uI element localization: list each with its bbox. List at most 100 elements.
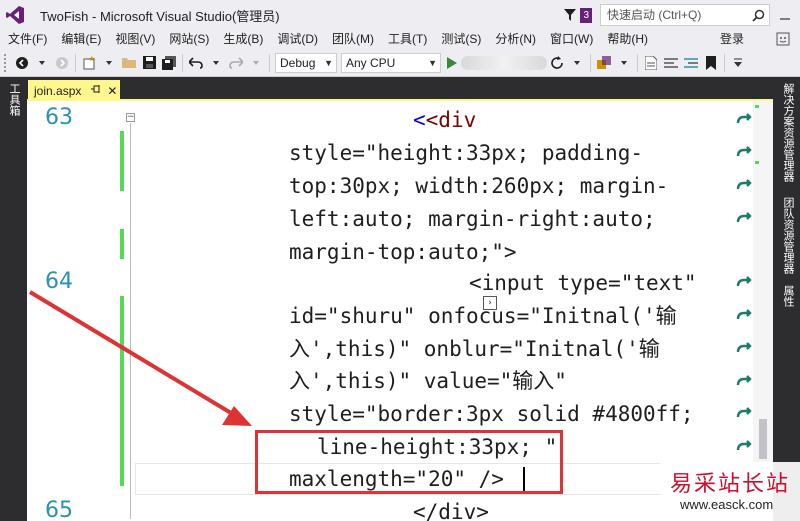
save-all-icon[interactable] <box>159 53 179 73</box>
code-line: margin-top:auto;"> <box>289 240 517 264</box>
solution-configuration-value: Debug <box>280 55 316 70</box>
menu-help[interactable]: 帮助(H) <box>600 30 655 49</box>
notification-badge[interactable]: 3 <box>580 7 592 23</box>
close-icon[interactable]: ✕ <box>107 84 117 98</box>
scrollbar-thumb[interactable] <box>759 419 767 459</box>
dropdown-arrow-icon[interactable] <box>32 53 52 73</box>
toolbar-separator <box>269 53 270 72</box>
word-wrap-icon <box>736 342 752 358</box>
toolbar-grip[interactable] <box>4 53 8 72</box>
bookmark-icon[interactable] <box>701 53 721 73</box>
dropdown-arrow-icon[interactable] <box>614 53 634 73</box>
login-link[interactable]: 登录 <box>720 30 744 49</box>
dropdown-arrow-icon[interactable] <box>206 53 226 73</box>
browser-link-icon[interactable] <box>594 53 614 73</box>
visual-studio-logo-icon <box>0 0 30 30</box>
line-number: 64 <box>45 269 73 294</box>
watermark-text: 易采站长站 <box>670 472 791 497</box>
line-number: 63 <box>45 105 73 130</box>
document-tab-row: join.aspx ✕ <box>27 77 773 101</box>
chevron-down-icon: ▼ <box>428 57 437 68</box>
code-line: style="height:33px; padding- <box>289 141 644 165</box>
properties-tab[interactable]: 属性 <box>780 285 796 307</box>
solution-platform-value: Any CPU <box>346 55 396 70</box>
collapse-toggle-icon[interactable]: − <box>126 113 135 122</box>
toolbar-separator <box>590 53 591 72</box>
solution-explorer-tab[interactable]: 解决方案资源管理器 <box>780 83 796 182</box>
menu-team[interactable]: 团队(M) <box>325 30 381 49</box>
menu-edit[interactable]: 编辑(E) <box>54 30 108 49</box>
watermark: 易采站长站 www.easck.com <box>660 462 800 521</box>
toolbar-overflow-icon[interactable] <box>728 53 748 73</box>
code-line: </div> <box>413 500 489 521</box>
scroll-change-marker <box>755 105 759 108</box>
right-tool-strip: 解决方案资源管理器 团队资源管理器 属性 <box>773 77 800 521</box>
menu-website[interactable]: 网站(S) <box>162 30 216 49</box>
save-icon[interactable] <box>139 53 159 73</box>
uncomment-lines-icon[interactable] <box>681 53 701 73</box>
navigate-back-icon[interactable] <box>12 53 32 73</box>
toolbar-separator <box>637 53 638 72</box>
change-indicator <box>120 229 124 259</box>
feedback-icon[interactable] <box>776 32 790 49</box>
word-wrap-icon <box>736 146 752 162</box>
undo-icon[interactable] <box>186 53 206 73</box>
menu-file[interactable]: 文件(F) <box>0 30 54 49</box>
code-line: <<div <box>413 108 477 132</box>
menu-test[interactable]: 测试(S) <box>434 30 488 49</box>
left-tool-strip: 工具箱 <box>0 77 27 521</box>
toolbar-separator <box>75 53 76 72</box>
search-icon <box>752 8 765 28</box>
code-line: left:auto; margin-right:auto; <box>289 207 656 231</box>
quick-launch-input[interactable]: 快速启动 (Ctrl+Q) <box>600 4 770 26</box>
menu-view[interactable]: 视图(V) <box>108 30 162 49</box>
pin-icon[interactable] <box>91 85 101 96</box>
word-wrap-icon <box>736 276 752 292</box>
code-line: 入',this)" value="输入" <box>289 369 567 393</box>
watermark-url: www.easck.com <box>680 497 774 512</box>
dropdown-arrow-icon[interactable] <box>99 53 119 73</box>
menu-debug[interactable]: 调试(D) <box>270 30 325 49</box>
solution-configuration-select[interactable]: Debug ▼ <box>275 52 337 73</box>
document-icon[interactable] <box>641 53 661 73</box>
word-wrap-icon <box>736 375 752 391</box>
navigate-forward-icon[interactable] <box>52 53 72 73</box>
code-line: 入',this)" onblur="Initnal('输 <box>289 337 660 361</box>
dropdown-arrow-icon[interactable] <box>567 53 587 73</box>
outline-guide <box>130 123 131 519</box>
comment-lines-icon[interactable] <box>661 53 681 73</box>
menu-window[interactable]: 窗口(W) <box>543 30 600 49</box>
menu-build[interactable]: 生成(B) <box>216 30 270 49</box>
refresh-icon[interactable] <box>547 53 567 73</box>
title-bar: TwoFish - Microsoft Visual Studio(管理员) 3… <box>0 0 800 30</box>
word-wrap-icon <box>736 212 752 228</box>
start-debugging-button[interactable] <box>447 55 547 70</box>
word-wrap-icon <box>736 179 752 195</box>
standard-toolbar: Debug ▼ Any CPU ▼ <box>0 49 800 77</box>
smart-tag-icon[interactable]: › <box>483 296 497 310</box>
tab-join-aspx[interactable]: join.aspx ✕ <box>28 80 120 101</box>
word-wrap-icon <box>736 113 752 129</box>
tab-label: join.aspx <box>34 83 82 98</box>
change-indicator <box>120 131 124 191</box>
solution-platform-select[interactable]: Any CPU ▼ <box>341 52 441 73</box>
menu-analyze[interactable]: 分析(N) <box>488 30 543 49</box>
toolbox-tab[interactable]: 工具箱 <box>6 83 22 116</box>
blurred-target-label <box>461 55 547 70</box>
dropdown-arrow-icon[interactable] <box>246 53 266 73</box>
play-icon <box>447 56 457 69</box>
redo-icon[interactable] <box>226 53 246 73</box>
change-indicator <box>120 296 124 486</box>
new-project-icon[interactable] <box>79 53 99 73</box>
code-line: style="border:3px solid #4800ff; <box>289 402 694 426</box>
filter-icon[interactable] <box>562 7 578 23</box>
menu-bar: 文件(F) 编辑(E) 视图(V) 网站(S) 生成(B) 调试(D) 团队(M… <box>0 30 800 49</box>
vertical-scrollbar[interactable] <box>753 101 773 521</box>
menu-tools[interactable]: 工具(T) <box>381 30 434 49</box>
code-line: <input type="text" <box>469 271 697 295</box>
minimize-icon[interactable] <box>770 0 800 30</box>
open-folder-icon[interactable] <box>119 53 139 73</box>
team-explorer-tab[interactable]: 团队资源管理器 <box>780 197 796 274</box>
code-line: top:30px; width:260px; margin- <box>289 174 669 198</box>
line-number: 65 <box>45 498 73 521</box>
